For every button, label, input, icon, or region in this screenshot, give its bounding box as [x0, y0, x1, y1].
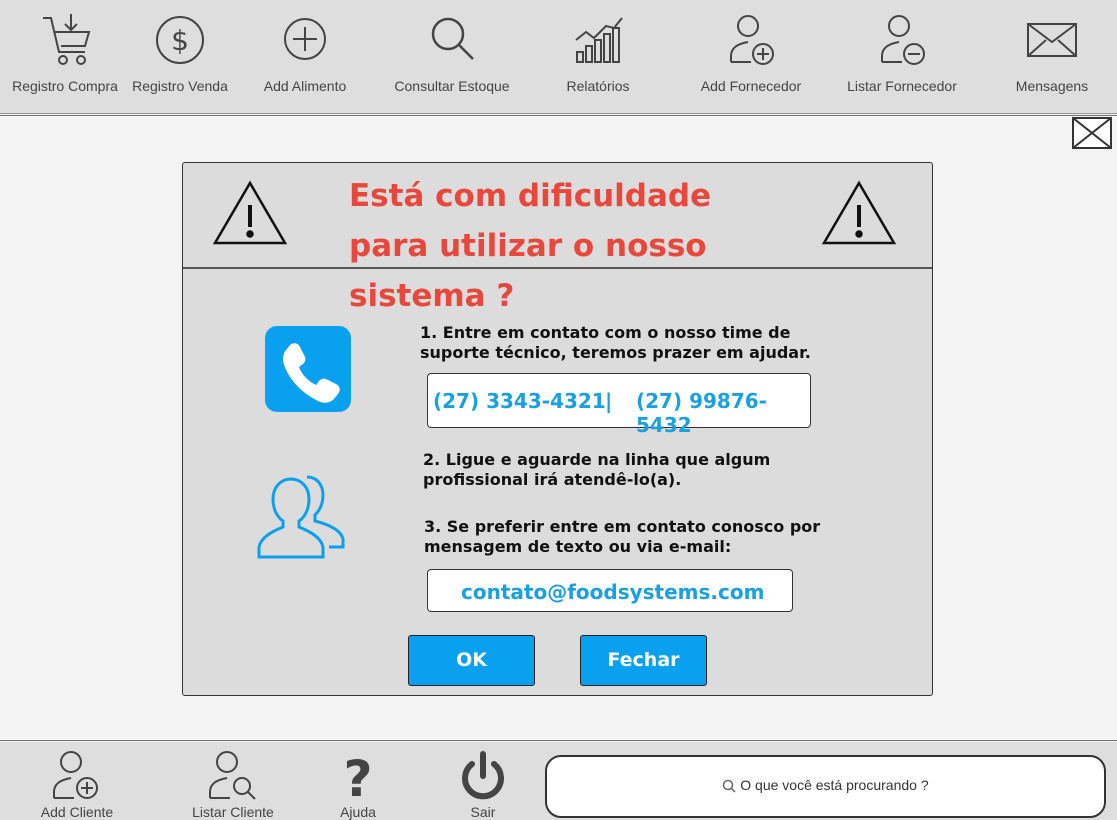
email-box: contato@foodsystems.com — [427, 569, 793, 612]
help-dialog: Está com dificuldade para utilizar o nos… — [182, 162, 933, 696]
dialog-title: Está com dificuldade para utilizar o nos… — [349, 178, 712, 314]
user-search-icon — [178, 748, 288, 804]
plus-circle-icon — [240, 8, 370, 78]
listar-cliente-label: Listar Cliente — [192, 804, 274, 820]
registro-venda-button[interactable]: $ Registro Venda — [115, 8, 245, 94]
ok-button[interactable]: OK — [408, 635, 535, 686]
add-alimento-button[interactable]: Add Alimento — [240, 8, 370, 94]
step-3-text: 3. Se preferir entre em contato conosco … — [424, 517, 821, 556]
search-icon — [387, 8, 517, 78]
phone-icon — [264, 325, 352, 418]
sair-button[interactable]: Sair — [428, 748, 538, 820]
email-link[interactable]: contato@foodsystems.com — [461, 580, 764, 604]
phone-number-2[interactable]: (27) 99876-5432 — [636, 389, 810, 437]
svg-text:$: $ — [171, 24, 189, 57]
envelope-icon — [987, 8, 1117, 78]
bar-chart-icon — [533, 8, 663, 78]
step-1-text: 1. Entre em contato com o nosso time de … — [420, 323, 811, 362]
listar-cliente-button[interactable]: Listar Cliente — [178, 748, 288, 820]
relatorios-button[interactable]: Relatórios — [533, 8, 663, 94]
question-icon: ? — [303, 748, 413, 804]
top-toolbar: Registro Compra $ Registro Venda Add Ali… — [0, 0, 1117, 114]
search-icon — [722, 777, 740, 793]
add-cliente-button[interactable]: Add Cliente — [22, 748, 132, 820]
close-window-icon[interactable] — [1072, 117, 1112, 149]
add-alimento-label: Add Alimento — [263, 78, 347, 94]
sair-label: Sair — [470, 804, 496, 820]
user-remove-icon — [837, 8, 967, 78]
consultar-estoque-button[interactable]: Consultar Estoque — [387, 8, 517, 94]
svg-text:?: ? — [343, 750, 372, 804]
search-placeholder-row: O que você está procurando ? — [547, 777, 1104, 793]
phone-separator: | — [605, 389, 613, 413]
bottom-toolbar: Add Cliente Listar Cliente ? Ajuda Sair … — [0, 742, 1117, 820]
user-add-icon — [22, 748, 132, 804]
ajuda-label: Ajuda — [340, 804, 376, 820]
phone-number-1[interactable]: (27) 3343-4321 — [433, 389, 606, 413]
registro-compra-button[interactable]: Registro Compra — [0, 8, 130, 94]
warning-icon — [212, 179, 288, 252]
search-placeholder: O que você está procurando ? — [740, 777, 929, 793]
registro-venda-label: Registro Venda — [132, 78, 228, 94]
dollar-icon: $ — [115, 8, 245, 78]
warning-icon — [821, 179, 897, 252]
mensagens-button[interactable]: Mensagens — [987, 8, 1117, 94]
power-icon — [428, 748, 538, 804]
add-fornecedor-label: Add Fornecedor — [700, 78, 802, 94]
add-fornecedor-button[interactable]: Add Fornecedor — [686, 8, 816, 94]
ajuda-button[interactable]: ? Ajuda — [303, 748, 413, 820]
users-icon — [255, 473, 361, 568]
dialog-header: Está com dificuldade para utilizar o nos… — [183, 163, 932, 314]
phone-numbers-box: (27) 3343-4321 | (27) 99876-5432 — [427, 373, 811, 437]
add-cliente-label: Add Cliente — [40, 804, 114, 820]
registro-compra-label: Registro Compra — [12, 78, 118, 94]
relatorios-label: Relatórios — [566, 78, 630, 94]
cart-icon — [0, 8, 130, 78]
listar-fornecedor-button[interactable]: Listar Fornecedor — [837, 8, 967, 94]
mensagens-label: Mensagens — [1015, 78, 1089, 94]
fechar-button[interactable]: Fechar — [580, 635, 707, 686]
step-2-text: 2. Ligue e aguarde na linha que algum pr… — [423, 450, 771, 489]
consultar-estoque-label: Consultar Estoque — [394, 78, 510, 94]
user-add-icon — [686, 8, 816, 78]
search-input[interactable]: O que você está procurando ? — [545, 755, 1106, 818]
listar-fornecedor-label: Listar Fornecedor — [847, 78, 957, 94]
